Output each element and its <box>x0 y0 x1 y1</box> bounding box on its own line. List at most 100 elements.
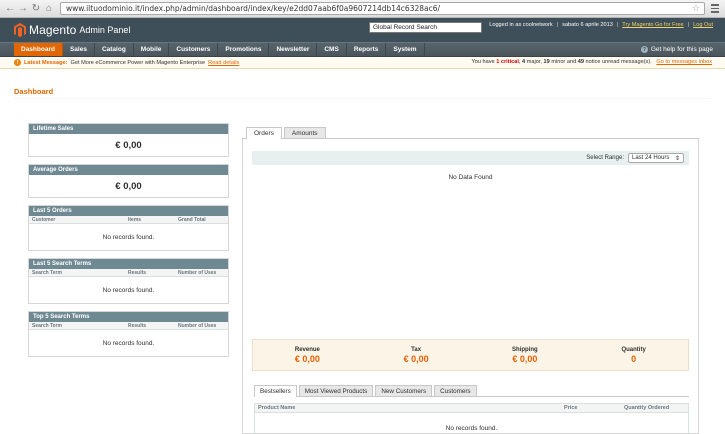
minor-count: 19 <box>543 59 550 65</box>
col-number-of-uses[interactable]: Number of Uses <box>178 323 225 329</box>
range-value: Last 24 Hours <box>632 155 670 161</box>
address-bar[interactable]: www.iltuodominio.it/index.php/admin/dash… <box>60 2 705 15</box>
magento-logo-icon <box>14 23 26 37</box>
reload-icon[interactable]: ↻ <box>30 3 42 15</box>
logo-subtitle: Admin Panel <box>79 25 131 35</box>
notice-count: 49 <box>577 59 584 65</box>
browser-menu-icon[interactable] <box>709 3 721 15</box>
nav-newsletter[interactable]: Newsletter <box>269 43 318 56</box>
bestsellers-grid: Product Name Price Quantity Ordered No r… <box>254 403 689 434</box>
col-results[interactable]: Results <box>128 270 178 276</box>
col-results[interactable]: Results <box>128 323 178 329</box>
summary-prefix: You have <box>471 59 495 65</box>
tab-amounts[interactable]: Amounts <box>283 127 326 138</box>
separator: | <box>556 22 559 28</box>
nav-catalog[interactable]: Catalog <box>95 43 134 56</box>
top-search-terms-box: Top 5 Search Terms Search Term Results N… <box>28 311 229 357</box>
nav-system[interactable]: System <box>386 43 425 56</box>
warning-icon: ! <box>14 59 21 66</box>
no-data-message: No Data Found <box>448 174 493 181</box>
separator: | <box>687 22 690 28</box>
col-quantity-ordered[interactable]: Quantity Ordered <box>624 405 685 411</box>
tab-orders[interactable]: Orders <box>246 127 282 139</box>
notice-text: Get More eCommerce Power with Magento En… <box>70 59 206 66</box>
read-details-link[interactable]: Read details <box>208 60 239 66</box>
help-icon: ? <box>640 46 648 53</box>
col-price[interactable]: Price <box>564 405 624 411</box>
logout-link[interactable]: Log Out <box>693 22 713 28</box>
col-items[interactable]: Items <box>128 217 178 223</box>
col-grand-total[interactable]: Grand Total <box>178 217 225 223</box>
notice-summary: You have 1 critical, 4 major, 19 minor a… <box>471 59 712 65</box>
tab-customers[interactable]: Customers <box>434 385 477 396</box>
lifetime-sales-value: € 0,00 <box>115 139 142 151</box>
col-search-term[interactable]: Search Term <box>32 323 128 329</box>
box-title: Average Orders <box>29 165 228 175</box>
messages-inbox-link[interactable]: Go to messages inbox <box>656 59 712 65</box>
col-number-of-uses[interactable]: Number of Uses <box>178 270 225 276</box>
lifetime-sales-box: Lifetime Sales € 0,00 <box>28 123 229 157</box>
total-revenue: Revenue € 0,00 <box>253 340 362 370</box>
notice-count-text: notice unread message(s). <box>585 59 652 65</box>
total-label: Shipping <box>512 346 538 353</box>
last-orders-box: Last 5 Orders Customer Items Grand Total… <box>28 205 229 251</box>
grid-header: Product Name Price Quantity Ordered <box>255 404 688 413</box>
range-select[interactable]: Last 24 Hours ⇕ <box>628 153 684 163</box>
critical-count: 1 critical <box>496 59 519 65</box>
logged-in-text: Logged in as coolnetwork <box>489 22 553 28</box>
header-user-info: Logged in as coolnetwork | sabato 6 apri… <box>489 22 713 28</box>
range-bar: Select Range: Last 24 Hours ⇕ <box>252 151 689 165</box>
nav-dashboard[interactable]: Dashboard <box>14 43 63 56</box>
total-value: € 0,00 <box>403 353 429 364</box>
nav-cms[interactable]: CMS <box>317 43 347 56</box>
empty-message: No records found. <box>102 286 155 294</box>
notice-label: Latest Message: <box>24 59 68 66</box>
box-title: Top 5 Search Terms <box>29 312 228 322</box>
total-value: € 0,00 <box>512 353 538 364</box>
bookmark-star-icon[interactable]: ☆ <box>692 4 700 14</box>
back-icon[interactable]: ← <box>4 3 16 15</box>
nav-mobile[interactable]: Mobile <box>134 43 170 56</box>
grid-header: Customer Items Grand Total <box>29 216 228 224</box>
col-product-name[interactable]: Product Name <box>258 405 564 411</box>
nav-promotions[interactable]: Promotions <box>218 43 270 56</box>
col-search-term[interactable]: Search Term <box>32 270 128 276</box>
magento-logo[interactable]: Magento Admin Panel <box>14 23 130 37</box>
grid-header: Search Term Results Number of Uses <box>29 269 228 277</box>
total-label: Tax <box>411 346 422 353</box>
dashboard-right-column: Orders Amounts Select Range: Last 24 Hou… <box>242 123 699 434</box>
admin-header: Magento Admin Panel Global Record Search… <box>0 18 725 42</box>
main-nav: Dashboard Sales Catalog Mobile Customers… <box>0 42 725 57</box>
major-text: major, <box>526 59 542 65</box>
chart-tabs: Orders Amounts <box>242 123 699 139</box>
nav-sales[interactable]: Sales <box>63 43 95 56</box>
major-count: 4 <box>522 59 526 65</box>
try-magento-go-link[interactable]: Try Magento Go for Free <box>622 22 683 28</box>
nav-reports[interactable]: Reports <box>347 43 387 56</box>
title-divider <box>14 98 711 99</box>
total-value: € 0,00 <box>294 353 320 364</box>
empty-message: No records found. <box>445 424 498 432</box>
grid-header: Search Term Results Number of Uses <box>29 322 228 330</box>
home-icon[interactable]: ⌂ <box>43 3 55 15</box>
total-quantity: Quantity 0 <box>579 340 688 370</box>
col-customer[interactable]: Customer <box>32 217 128 223</box>
select-arrows-icon: ⇕ <box>674 155 680 162</box>
range-label: Select Range: <box>586 155 624 161</box>
nav-customers[interactable]: Customers <box>169 43 219 56</box>
logo-name: Magento <box>29 23 77 37</box>
box-title: Lifetime Sales <box>29 124 228 134</box>
total-shipping: Shipping € 0,00 <box>471 340 580 370</box>
date-text: sabato 6 aprile 2013 <box>562 22 613 28</box>
average-orders-box: Average Orders € 0,00 <box>28 164 229 198</box>
global-search-input[interactable]: Global Record Search <box>369 22 482 33</box>
help-link-label: Get help for this page <box>650 46 713 53</box>
url-text: www.iltuodominio.it/index.php/admin/dash… <box>66 4 441 13</box>
notice-bar: ! Latest Message: Get More eCommerce Pow… <box>0 57 725 69</box>
tab-bestsellers[interactable]: Bestsellers <box>254 385 297 397</box>
totals-bar: Revenue € 0,00 Tax € 0,00 Shipping € 0,0… <box>252 339 689 371</box>
help-link[interactable]: ? Get help for this page <box>640 46 713 53</box>
tab-new-customers[interactable]: New Customers <box>375 385 433 396</box>
forward-icon[interactable]: → <box>17 3 29 15</box>
tab-most-viewed-products[interactable]: Most Viewed Products <box>298 385 374 396</box>
